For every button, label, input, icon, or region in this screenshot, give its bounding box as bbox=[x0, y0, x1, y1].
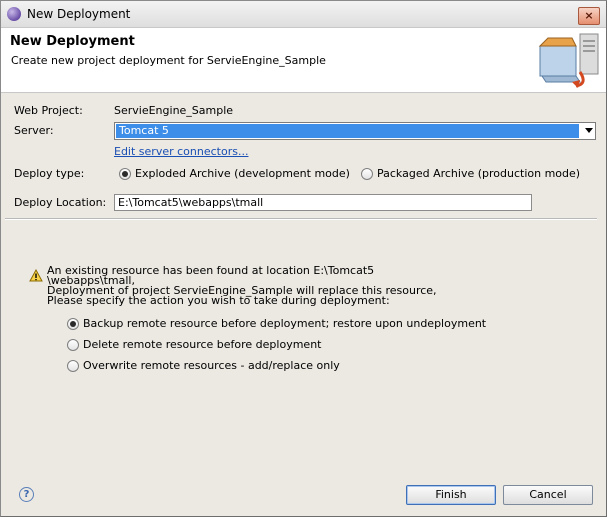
cancel-button[interactable]: Cancel bbox=[503, 485, 593, 505]
radio-backup-remote[interactable] bbox=[67, 318, 79, 330]
option-backup-remote[interactable]: Backup remote resource before deployment… bbox=[83, 317, 486, 330]
new-deployment-dialog: New Deployment × New Deployment Create n… bbox=[0, 0, 607, 517]
chevron-down-icon[interactable] bbox=[585, 128, 593, 133]
server-select[interactable]: Tomcat 5 bbox=[114, 122, 596, 140]
radio-delete-remote[interactable] bbox=[67, 339, 79, 351]
radio-exploded-archive[interactable] bbox=[119, 168, 131, 180]
radio-packaged-archive[interactable] bbox=[361, 168, 373, 180]
server-selected-value: Tomcat 5 bbox=[116, 124, 579, 138]
option-overwrite-remote[interactable]: Overwrite remote resources - add/replace… bbox=[83, 359, 340, 372]
option-packaged-archive[interactable]: Packaged Archive (production mode) bbox=[377, 167, 580, 180]
server-label: Server: bbox=[14, 124, 54, 137]
deploy-location-label: Deploy Location: bbox=[14, 196, 107, 209]
option-delete-remote[interactable]: Delete remote resource before deployment bbox=[83, 338, 321, 351]
web-project-label: Web Project: bbox=[14, 104, 83, 117]
banner-description: Create new project deployment for Servie… bbox=[11, 54, 326, 67]
app-icon bbox=[7, 7, 21, 21]
divider bbox=[5, 218, 597, 220]
finish-button[interactable]: Finish bbox=[406, 485, 496, 505]
deploy-type-label: Deploy type: bbox=[14, 167, 85, 180]
option-exploded-archive[interactable]: Exploded Archive (development mode) bbox=[135, 167, 350, 180]
warning-message: An existing resource has been found at l… bbox=[47, 264, 437, 307]
warning-icon bbox=[29, 269, 43, 282]
radio-overwrite-remote[interactable] bbox=[67, 360, 79, 372]
deploy-location-input[interactable]: E:\Tomcat5\webapps\tmall bbox=[114, 194, 532, 211]
dialog-banner: New Deployment Create new project deploy… bbox=[1, 28, 606, 93]
web-project-value: ServieEngine_Sample bbox=[114, 104, 234, 117]
banner-title: New Deployment bbox=[10, 34, 135, 49]
help-icon[interactable]: ? bbox=[19, 487, 34, 502]
server-deploy-icon bbox=[538, 33, 599, 88]
title-bar[interactable]: New Deployment × bbox=[1, 1, 606, 28]
close-icon: × bbox=[584, 9, 594, 22]
window-title: New Deployment bbox=[27, 7, 131, 21]
edit-server-connectors-link[interactable]: Edit server connectors... bbox=[114, 145, 248, 158]
close-button[interactable]: × bbox=[578, 7, 600, 25]
